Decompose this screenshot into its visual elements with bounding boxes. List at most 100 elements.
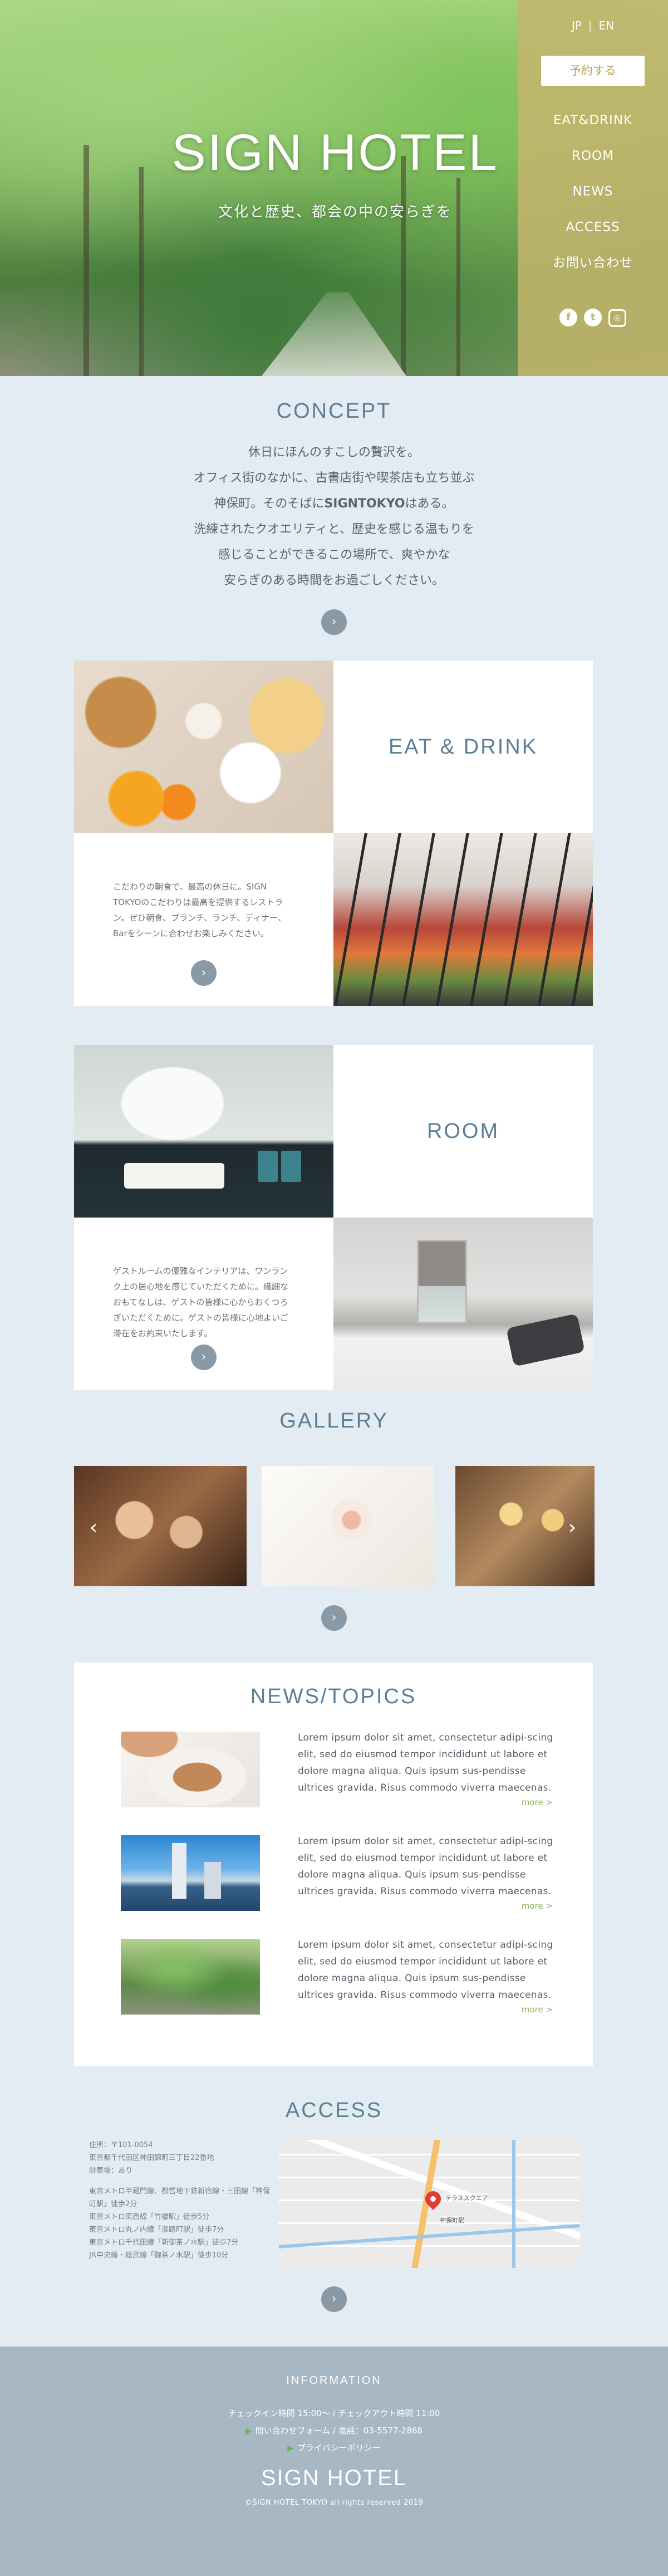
access-more-button[interactable]: ›	[321, 2286, 347, 2312]
news-thumbnail[interactable]	[121, 1939, 260, 2015]
concept-text: 休日にほんのすこしの贅沢を。 オフィス街のなかに、古書店街や喫茶店も立ち並ぶ 神…	[0, 440, 668, 594]
contact-form-link[interactable]: 問い合わせフォーム	[256, 2426, 331, 2436]
concept-line-part: はある。	[405, 497, 454, 511]
room-title-card: ROOM	[333, 1045, 593, 1218]
access-parking: 駐車場：あり	[89, 2167, 133, 2175]
access-route: 東京メトロ千代田線「新御茶ノ水駅」徒歩7分	[89, 2238, 239, 2247]
eat-drink-description: こだわりの朝食で、最高の休日に。SIGN TOKYOのこだわりは最高を提供するレ…	[113, 882, 287, 938]
breakfast-image	[74, 661, 333, 833]
map-place-label: テラススクエア	[445, 2193, 488, 2202]
access-address-line: 東京都千代田区神田錦町三丁目22番地	[89, 2154, 214, 2162]
twitter-icon[interactable]: t	[584, 309, 602, 326]
news-text: Lorem ipsum dolor sit amet, consectetur …	[298, 1836, 553, 1897]
news-thumbnail[interactable]	[121, 1835, 260, 1911]
access-address: 住所：〒101-0054	[89, 2141, 153, 2149]
reserve-button[interactable]: 予約する	[541, 56, 645, 86]
news-more-link[interactable]: more >	[522, 1797, 553, 1807]
access-route: 東京メトロ半蔵門線、都営地下鉄新宿線・三田線「神保町駅」徒歩2分	[89, 2187, 271, 2208]
concept-section: CONCEPT 休日にほんのすこしの贅沢を。 オフィス街のなかに、古書店街や喫茶…	[0, 376, 668, 635]
nav-item-eat-drink[interactable]: EAT&DRINK	[518, 110, 668, 146]
nav-item-news[interactable]: NEWS	[518, 182, 668, 217]
access-map[interactable]: テラススクエア 神保町駅	[278, 2140, 580, 2268]
news-more-link[interactable]: more >	[522, 2005, 553, 2015]
news-thumbnail[interactable]	[121, 1732, 260, 1807]
eat-drink-more-button[interactable]: ›	[191, 960, 217, 986]
access-route: 東京メトロ東西線「竹橋駅」徒歩5分	[89, 2213, 210, 2221]
news-more-link[interactable]: more >	[522, 1901, 553, 1911]
news-section: NEWS/TOPICS Lorem ipsum dolor sit amet, …	[74, 1663, 593, 2066]
gallery-image[interactable]: ‹	[74, 1466, 247, 1586]
glass-shape	[258, 1151, 278, 1182]
lang-jp-link[interactable]: JP	[572, 19, 582, 32]
bedroom-image	[333, 1218, 593, 1390]
concept-title: CONCEPT	[276, 399, 392, 423]
concept-line: 神保町。そのそばにSIGNTOKYOはある。	[0, 491, 668, 517]
glass-shape	[281, 1151, 301, 1182]
nav-item-room[interactable]: ROOM	[518, 146, 668, 182]
access-info: 住所：〒101-0054 東京都千代田区神田錦町三丁目22番地 駐車場：あり 東…	[89, 2139, 273, 2262]
privacy-policy-link[interactable]: プライバシーポリシー	[297, 2443, 381, 2453]
news-text: Lorem ipsum dolor sit amet, consectetur …	[298, 1732, 553, 1793]
side-nav: JP | EN 予約する EAT&DRINK ROOM NEWS ACCESS お問…	[518, 0, 668, 376]
concept-line: 感じることができるこの場所で、爽やかな	[218, 548, 450, 562]
concept-line: 洗練されたクオエリティと、歴史を感じる温もりを	[194, 522, 474, 536]
room-description: ゲストルームの優雅なインテリアは、ワンランク上の居心地を感じていただくために。繊…	[113, 1266, 289, 1338]
concept-line: 安らぎのある時間をお過ごしください。	[223, 574, 444, 588]
tower-shape	[204, 1862, 221, 1899]
concept-brand: SIGNTOKYO	[324, 497, 405, 511]
nav-item-contact[interactable]: お問い合わせ	[518, 253, 668, 289]
footer-privacy: ▶ プライバシーポリシー	[0, 2440, 668, 2457]
concept-line: オフィス街のなかに、古書店街や喫茶店も立ち並ぶ	[193, 471, 475, 485]
page: SIGN HOTEL 文化と歴史、都会の中の安らぎを JP | EN 予約する EA…	[0, 0, 668, 2576]
eat-drink-title: EAT & DRINK	[388, 735, 538, 759]
window-shape	[417, 1240, 467, 1323]
nav-item-access[interactable]: ACCESS	[518, 217, 668, 253]
pillow-shape	[506, 1313, 585, 1367]
gallery-more-button[interactable]: ›	[321, 1605, 347, 1631]
footer: INFORMATION チェックイン時間 15:00〜 / チェックアウト時間 …	[0, 2347, 668, 2576]
nav-menu: EAT&DRINK ROOM NEWS ACCESS お問い合わせ	[518, 110, 668, 289]
access-spacer	[89, 2177, 273, 2185]
hero-title: SIGN HOTEL	[171, 124, 499, 181]
social-links: f t ◎	[518, 309, 668, 327]
gallery-title: GALLERY	[279, 1409, 389, 1433]
concept-line: 休日にほんのすこしの贅沢を。	[248, 446, 420, 460]
triangle-icon: ▶	[287, 2443, 294, 2453]
concept-line-part: 神保町。そのそばに	[214, 497, 325, 511]
concept-more-button[interactable]: ›	[321, 609, 347, 635]
footer-copyright: ©SIGN HOTEL TOKYO all rights reserved 20…	[244, 2499, 424, 2507]
news-item[interactable]: Lorem ipsum dolor sit amet, consectetur …	[121, 1835, 555, 1919]
gallery-prev-icon[interactable]: ‹	[85, 1516, 102, 1539]
room-section: ROOM ゲストルームの優雅なインテリアは、ワンランク上の居心地を感じていただく…	[74, 1045, 593, 1390]
news-item[interactable]: Lorem ipsum dolor sit amet, consectetur …	[121, 1939, 555, 2022]
language-switcher: JP | EN	[518, 19, 668, 32]
room-more-button[interactable]: ›	[191, 1345, 217, 1370]
lang-en-link[interactable]: EN	[599, 19, 615, 32]
news-title: NEWS/TOPICS	[250, 1685, 417, 1708]
map-road	[278, 2224, 580, 2248]
footer-logo: SIGN HOTEL	[261, 2466, 407, 2490]
map-road	[512, 2140, 515, 2268]
footer-phone: / 電話：03-5577-2868	[330, 2426, 423, 2436]
gallery-image[interactable]	[262, 1466, 434, 1586]
news-item[interactable]: Lorem ipsum dolor sit amet, consectetur …	[121, 1732, 555, 1815]
hero-path	[262, 292, 406, 376]
towel-shape	[124, 1163, 224, 1189]
hero-section: SIGN HOTEL 文化と歴史、都会の中の安らぎを JP | EN 予約する EA…	[0, 0, 668, 376]
eat-drink-title-card: EAT & DRINK	[333, 661, 593, 833]
footer-contact: ▶ 問い合わせフォーム / 電話：03-5577-2868	[0, 2422, 668, 2440]
map-station-label: 神保町駅	[440, 2216, 464, 2225]
facebook-icon[interactable]: f	[559, 309, 577, 326]
gallery-next-icon[interactable]: ›	[564, 1516, 581, 1539]
news-text: Lorem ipsum dolor sit amet, consectetur …	[298, 1939, 553, 2001]
hero-subtitle: 文化と歴史、都会の中の安らぎを	[218, 204, 452, 221]
instagram-icon[interactable]: ◎	[608, 309, 626, 327]
hero-tree-trunk	[401, 156, 406, 376]
map-pin-icon[interactable]	[422, 2188, 444, 2210]
gallery-image[interactable]: ›	[455, 1466, 595, 1586]
footer-hours: チェックイン時間 15:00〜 / チェックアウト時間 11:00	[228, 2408, 440, 2418]
bathroom-image	[74, 1045, 333, 1218]
room-title: ROOM	[426, 1119, 500, 1143]
triangle-icon: ▶	[245, 2426, 252, 2436]
eat-drink-section: EAT & DRINK こだわりの朝食で、最高の休日に。SIGN TOKYOのこ…	[74, 661, 593, 1006]
